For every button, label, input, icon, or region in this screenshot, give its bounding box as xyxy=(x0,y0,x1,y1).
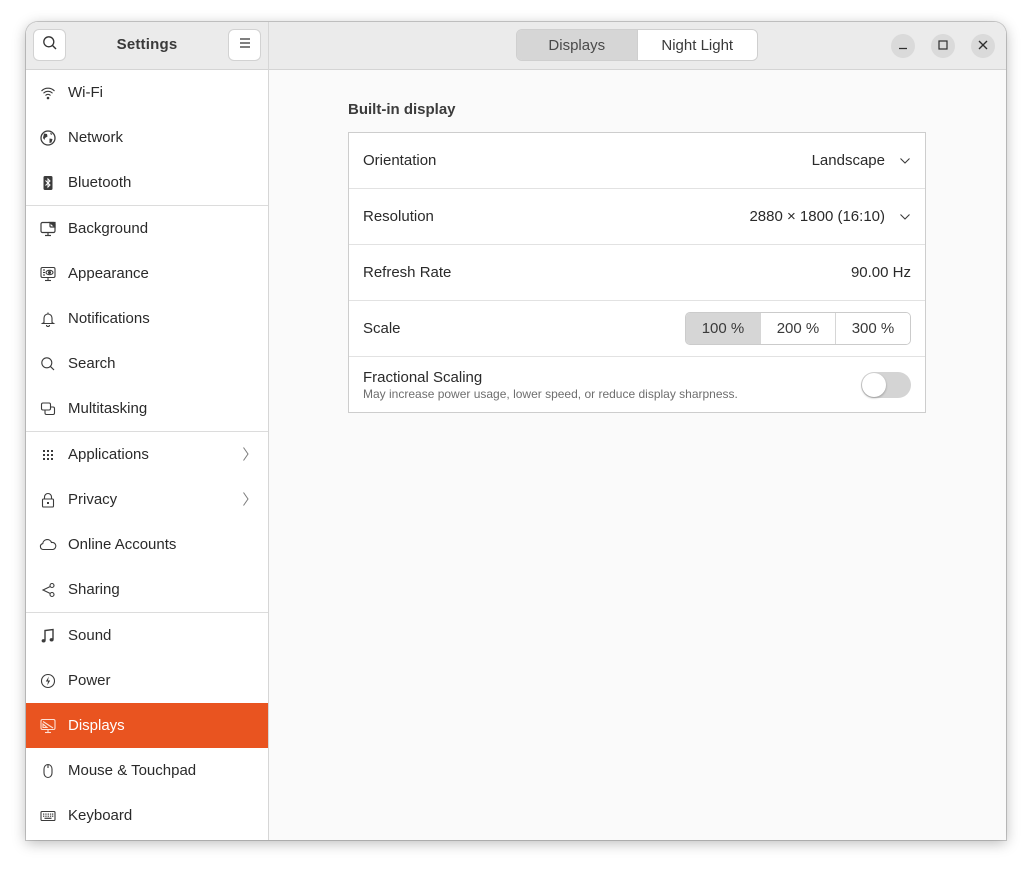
sidebar-item-label: Notifications xyxy=(68,310,150,327)
apps-grid-icon xyxy=(39,446,57,464)
minimize-icon xyxy=(898,37,908,55)
display-settings-card: Orientation Landscape Resolution 2880 × … xyxy=(348,132,926,413)
tab-night-light[interactable]: Night Light xyxy=(637,30,757,60)
appearance-icon xyxy=(39,265,57,283)
globe-icon xyxy=(39,129,57,147)
chevron-right-icon xyxy=(242,446,250,466)
scale-row: Scale 100 % 200 % 300 % xyxy=(349,301,925,357)
resolution-value: 2880 × 1800 (16:10) xyxy=(749,208,885,225)
scale-label: Scale xyxy=(363,320,401,337)
scale-option-100[interactable]: 100 % xyxy=(686,313,760,344)
scale-option-200[interactable]: 200 % xyxy=(760,313,835,344)
sidebar-item-label: Applications xyxy=(68,446,149,463)
maximize-icon xyxy=(938,37,948,55)
minimize-button[interactable] xyxy=(891,34,915,58)
sidebar-item-online-accounts[interactable]: Online Accounts xyxy=(26,522,268,567)
sidebar-item-label: Privacy xyxy=(68,491,118,508)
sidebar-item-label: Wi-Fi xyxy=(68,84,103,101)
toggle-knob xyxy=(862,372,886,397)
share-icon xyxy=(39,581,57,599)
sidebar-item-sharing[interactable]: Sharing xyxy=(26,567,268,612)
sidebar-item-network[interactable]: Network xyxy=(26,115,268,160)
orientation-label: Orientation xyxy=(363,152,437,169)
resolution-row: Resolution 2880 × 1800 (16:10) xyxy=(349,189,925,245)
view-switcher: Displays Night Light xyxy=(516,29,758,61)
sidebar-item-sound[interactable]: Sound xyxy=(26,613,268,658)
close-button[interactable] xyxy=(971,34,995,58)
fractional-scaling-label: Fractional Scaling xyxy=(363,368,483,386)
sidebar-item-label: Sharing xyxy=(68,581,120,598)
refresh-rate-label: Refresh Rate xyxy=(363,264,452,281)
sidebar-item-label: Bluetooth xyxy=(68,174,132,191)
refresh-rate-value: 90.00 Hz xyxy=(850,264,911,281)
sidebar-item-label: Keyboard xyxy=(68,807,133,824)
sidebar-item-keyboard[interactable]: Keyboard xyxy=(26,793,268,838)
sidebar-item-wifi[interactable]: Wi-Fi xyxy=(26,70,268,115)
resolution-label: Resolution xyxy=(363,208,434,225)
sidebar-item-label: Network xyxy=(68,129,124,146)
sidebar-item-label: Mouse & Touchpad xyxy=(68,762,197,779)
wifi-icon xyxy=(39,84,57,102)
keyboard-icon xyxy=(39,807,57,825)
chevron-right-icon xyxy=(242,491,250,511)
sidebar-item-search[interactable]: Search xyxy=(26,341,268,386)
bluetooth-icon xyxy=(39,174,57,192)
display-icon xyxy=(39,717,57,735)
sidebar-item-bluetooth[interactable]: Bluetooth xyxy=(26,160,268,205)
sidebar-header: Settings xyxy=(26,22,268,70)
resolution-dropdown[interactable]: 2880 × 1800 (16:10) xyxy=(749,208,911,225)
music-note-icon xyxy=(39,627,57,645)
header-bar: Displays Night Light xyxy=(269,22,1006,70)
sidebar-item-label: Appearance xyxy=(68,265,149,282)
sidebar-item-displays[interactable]: Displays xyxy=(26,703,268,748)
chevron-down-icon xyxy=(899,213,911,221)
sidebar-item-appearance[interactable]: Appearance xyxy=(26,251,268,296)
search-icon xyxy=(39,355,57,373)
background-icon xyxy=(39,220,57,238)
main-menu-button[interactable] xyxy=(228,29,261,61)
scale-selector: 100 % 200 % 300 % xyxy=(685,312,911,345)
sidebar-item-power[interactable]: Power xyxy=(26,658,268,703)
sidebar-item-mouse-touchpad[interactable]: Mouse & Touchpad xyxy=(26,748,268,793)
mouse-icon xyxy=(39,762,57,780)
fractional-scaling-description: May increase power usage, lower speed, o… xyxy=(363,386,738,401)
lock-icon xyxy=(39,491,57,509)
sidebar-nav: Wi-Fi Network Bluetooth Background Appea… xyxy=(26,70,268,838)
sidebar-item-label: Multitasking xyxy=(68,400,148,417)
sidebar-item-label: Displays xyxy=(68,717,125,734)
cloud-icon xyxy=(39,536,57,554)
bell-icon xyxy=(39,310,57,328)
orientation-dropdown[interactable]: Landscape xyxy=(812,152,911,169)
close-icon xyxy=(978,37,988,55)
sidebar-item-label: Background xyxy=(68,220,149,237)
sidebar-item-multitasking[interactable]: Multitasking xyxy=(26,386,268,431)
sidebar-item-privacy[interactable]: Privacy xyxy=(26,477,268,522)
refresh-rate-value-wrap: 90.00 Hz xyxy=(851,264,911,281)
section-title: Built-in display xyxy=(348,101,456,118)
power-icon xyxy=(39,672,57,690)
sidebar-item-background[interactable]: Background xyxy=(26,206,268,251)
sidebar-item-applications[interactable]: Applications xyxy=(26,432,268,477)
fractional-scaling-toggle[interactable] xyxy=(861,371,911,398)
fractional-scaling-text: Fractional Scaling May increase power us… xyxy=(363,369,738,401)
multitasking-icon xyxy=(39,400,57,418)
sidebar-item-label: Search xyxy=(68,355,116,372)
display-settings: Built-in display Orientation Landscape R… xyxy=(348,101,926,413)
sidebar-item-label: Online Accounts xyxy=(68,536,177,553)
sidebar: Settings Wi-Fi Network Bluetooth Backgro… xyxy=(26,22,269,840)
scale-option-300[interactable]: 300 % xyxy=(835,313,910,344)
refresh-rate-row: Refresh Rate 90.00 Hz xyxy=(349,245,925,301)
orientation-row: Orientation Landscape xyxy=(349,133,925,189)
sidebar-item-label: Power xyxy=(68,672,111,689)
hamburger-menu-icon xyxy=(238,36,252,54)
tab-displays[interactable]: Displays xyxy=(517,30,638,60)
main-panel: Displays Night Light Built-in display Or… xyxy=(269,22,1006,840)
settings-window: Settings Wi-Fi Network Bluetooth Backgro… xyxy=(26,22,1006,840)
maximize-button[interactable] xyxy=(931,34,955,58)
orientation-value: Landscape xyxy=(811,152,885,169)
sidebar-item-label: Sound xyxy=(68,627,112,644)
chevron-down-icon xyxy=(899,157,911,165)
fractional-scaling-row: Fractional Scaling May increase power us… xyxy=(349,357,925,412)
sidebar-item-notifications[interactable]: Notifications xyxy=(26,296,268,341)
